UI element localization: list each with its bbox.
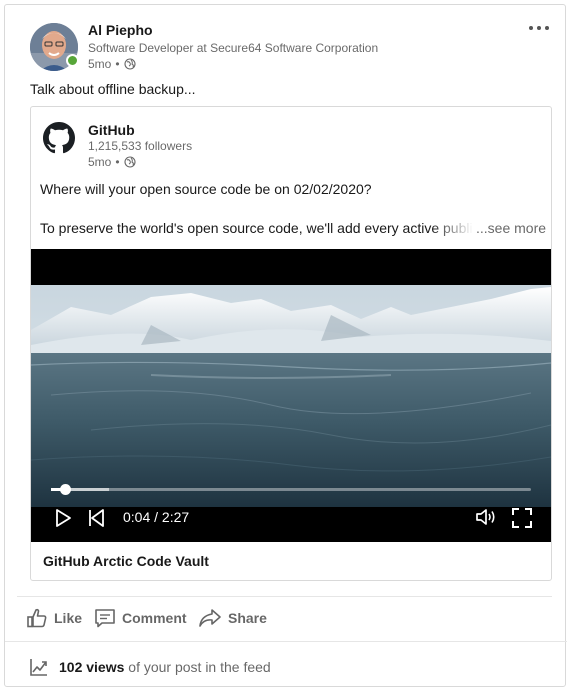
views-count: 102 views bbox=[59, 659, 125, 675]
shared-org-name[interactable]: GitHub bbox=[88, 122, 135, 138]
video-progress-bar[interactable] bbox=[51, 484, 531, 495]
globe-icon bbox=[123, 156, 136, 168]
like-label: Like bbox=[54, 610, 83, 626]
video-title[interactable]: GitHub Arctic Code Vault bbox=[43, 553, 209, 569]
like-button[interactable]: Like bbox=[26, 607, 82, 629]
text-fade bbox=[431, 217, 473, 237]
comment-button[interactable]: Comment bbox=[94, 607, 187, 629]
views-suffix: of your post in the feed bbox=[128, 659, 271, 675]
shared-post-question: Where will your open source code be on 0… bbox=[40, 181, 372, 197]
shared-post-meta: 5mo • bbox=[88, 155, 136, 169]
video-player[interactable]: 0:04 / 2:27 bbox=[31, 249, 551, 542]
duration: 2:27 bbox=[161, 509, 190, 525]
footer-divider bbox=[5, 641, 567, 642]
skip-back-icon[interactable] bbox=[87, 508, 107, 528]
post-meta: 5mo • bbox=[88, 57, 136, 71]
globe-icon bbox=[123, 58, 136, 70]
more-options-button[interactable] bbox=[526, 17, 552, 39]
post-text: Talk about offline backup... bbox=[30, 81, 196, 97]
comment-label: Comment bbox=[122, 610, 187, 626]
trend-chart-icon bbox=[30, 659, 47, 676]
play-icon[interactable] bbox=[53, 508, 73, 528]
shared-post-time: 5mo bbox=[88, 155, 112, 169]
ellipsis-icon bbox=[529, 26, 533, 30]
share-arrow-icon bbox=[199, 609, 221, 627]
see-more-link[interactable]: ...see more bbox=[476, 220, 546, 236]
post-views[interactable]: 102 views of your post in the feed bbox=[29, 657, 271, 677]
author-headline: Software Developer at Secure64 Software … bbox=[88, 41, 379, 55]
share-button[interactable]: Share bbox=[198, 607, 267, 629]
video-frame bbox=[31, 285, 551, 507]
comment-icon bbox=[95, 609, 115, 628]
shared-post-body: To preserve the world's open source code… bbox=[40, 220, 472, 236]
post-time: 5mo bbox=[88, 57, 112, 71]
github-octocat-icon[interactable] bbox=[43, 122, 75, 154]
fullscreen-icon[interactable] bbox=[512, 508, 532, 528]
feed-post-card: Al Piepho Software Developer at Secure64… bbox=[4, 4, 567, 687]
share-label: Share bbox=[228, 610, 267, 626]
volume-icon[interactable] bbox=[475, 507, 497, 527]
current-time: 0:04 bbox=[123, 509, 151, 525]
actions-divider bbox=[17, 596, 552, 597]
shared-post: GitHub 1,215,533 followers 5mo • Where w… bbox=[30, 106, 552, 581]
presence-indicator bbox=[66, 54, 79, 67]
author-name[interactable]: Al Piepho bbox=[88, 22, 153, 38]
video-time: 0:04 / 2:27 bbox=[123, 509, 190, 525]
shared-org-followers: 1,215,533 followers bbox=[88, 139, 193, 153]
thumbs-up-icon bbox=[27, 608, 47, 628]
